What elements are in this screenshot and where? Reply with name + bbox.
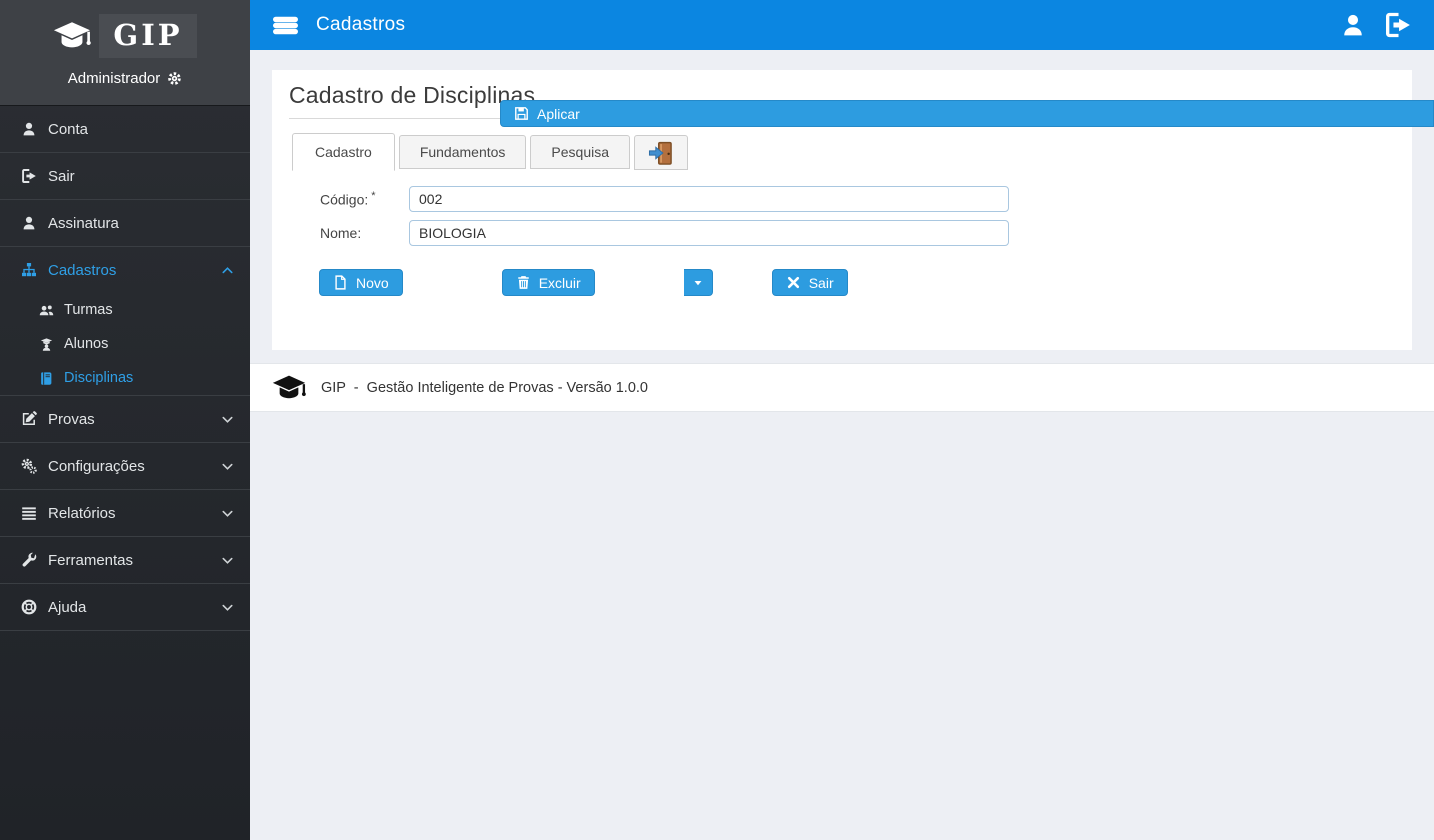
gears-icon	[20, 458, 37, 474]
sidebar-item-configuracoes[interactable]: Configurações	[0, 442, 250, 489]
tab-pesquisa[interactable]: Pesquisa	[530, 135, 631, 169]
save-icon	[514, 106, 529, 121]
life-ring-icon	[20, 599, 37, 615]
field-label-nome: Nome:	[320, 225, 409, 241]
page-breadcrumb-title: Cadastros	[316, 14, 406, 35]
button-label: Excluir	[538, 274, 581, 291]
graduate-icon	[38, 337, 55, 352]
chevron-down-icon	[221, 460, 234, 473]
aplicar-button[interactable]: Aplicar	[500, 100, 1434, 127]
door-exit-icon	[648, 140, 674, 166]
users-icon	[38, 303, 55, 318]
gear-icon	[167, 71, 182, 86]
sidebar-item-relatorios[interactable]: Relatórios	[0, 489, 250, 536]
user-role-row[interactable]: Administrador	[0, 70, 250, 87]
sidebar-header: GIP Administrador	[0, 0, 250, 105]
tab-label: Cadastro	[315, 144, 372, 160]
sidebar-item-label: Alunos	[64, 336, 109, 352]
footer: GIP - Gestão Inteligente de Provas - Ver…	[250, 363, 1434, 412]
footer-text: GIP - Gestão Inteligente de Provas - Ver…	[321, 379, 648, 396]
user-icon	[20, 121, 37, 137]
edit-icon	[20, 411, 37, 427]
required-asterisk: *	[371, 190, 376, 203]
tab-label: Pesquisa	[551, 144, 610, 160]
sign-out-icon	[20, 168, 37, 184]
tab-exit[interactable]	[634, 135, 689, 170]
topbar: Cadastros	[250, 0, 1434, 50]
excluir-button[interactable]: Excluir	[501, 269, 595, 296]
sidebar-item-label: Disciplinas	[64, 370, 134, 386]
topbar-actions	[1340, 11, 1412, 39]
sidebar-item-ajuda[interactable]: Ajuda	[0, 583, 250, 630]
action-buttons-row: Novo Excluir Aplicar Sair	[289, 100, 1434, 296]
sign-out-icon[interactable]	[1384, 11, 1412, 39]
aplicar-split-button: Aplicar	[500, 100, 1434, 296]
tab-bar: Cadastro Fundamentos Pesquisa	[289, 133, 1395, 171]
form-row-codigo: Código: *	[320, 186, 1395, 212]
user-role-label: Administrador	[67, 70, 161, 87]
content-panel: Cadastro de Disciplinas Cadastro Fundamen…	[272, 70, 1434, 350]
form-row-nome: Nome:	[320, 220, 1395, 246]
chevron-down-icon	[221, 601, 234, 614]
sidebar-item-label: Provas	[48, 410, 95, 428]
trash-icon	[516, 275, 531, 290]
user-icon[interactable]	[1340, 12, 1366, 38]
chevron-up-icon	[221, 264, 234, 277]
chevron-down-icon	[221, 507, 234, 520]
book-icon	[38, 371, 55, 386]
button-label: Aplicar	[537, 105, 580, 122]
sidebar-item-label: Ferramentas	[48, 551, 134, 569]
tab-label: Fundamentos	[419, 144, 506, 160]
file-icon	[333, 275, 348, 290]
logo-text: GIP	[113, 18, 183, 52]
sidebar-item-label: Configurações	[48, 457, 145, 475]
field-label-codigo: Código: *	[320, 190, 409, 208]
sidebar-item-label: Assinatura	[48, 214, 119, 232]
sidebar-item-disciplinas[interactable]: Disciplinas	[0, 361, 250, 395]
sitemap-icon	[20, 262, 37, 278]
sidebar-item-alunos[interactable]: Alunos	[0, 327, 250, 361]
graduation-cap-icon	[53, 17, 92, 55]
sidebar-item-assinatura[interactable]: Assinatura	[0, 199, 250, 246]
menu-divider	[0, 630, 250, 631]
sidebar-item-label: Relatórios	[48, 504, 116, 522]
user-icon	[20, 215, 37, 231]
sair-button[interactable]: Sair	[771, 269, 848, 296]
x-icon	[786, 275, 801, 290]
sidebar-item-provas[interactable]: Provas	[0, 395, 250, 442]
hamburger-icon[interactable]	[272, 12, 299, 39]
sidebar-item-label: Turmas	[64, 302, 113, 318]
sidebar-item-conta[interactable]: Conta	[0, 105, 250, 152]
field-label-text: Nome:	[320, 225, 362, 241]
sidebar-menu: Conta Sair Assinatura Cadastros Turmas Alunos…	[0, 105, 250, 630]
caret-down-icon	[692, 277, 704, 289]
app-logo: GIP	[0, 10, 250, 62]
novo-button[interactable]: Novo	[319, 269, 403, 296]
sidebar-item-label: Conta	[48, 120, 89, 138]
sidebar-item-label: Sair	[48, 167, 75, 185]
sidebar-item-ferramentas[interactable]: Ferramentas	[0, 536, 250, 583]
tab-cadastro[interactable]: Cadastro	[292, 133, 395, 171]
sidebar-item-sair[interactable]: Sair	[0, 152, 250, 199]
wrench-icon	[20, 552, 37, 568]
graduation-cap-icon	[272, 371, 306, 405]
aplicar-dropdown-toggle[interactable]	[683, 269, 713, 296]
sidebar-item-cadastros[interactable]: Cadastros	[0, 246, 250, 293]
chevron-down-icon	[221, 413, 234, 426]
form-area: Código:* Nome:	[289, 186, 1395, 246]
tab-fundamentos[interactable]: Fundamentos	[398, 135, 527, 169]
nome-field[interactable]	[409, 220, 1009, 246]
codigo-field[interactable]	[409, 186, 1009, 212]
sidebar-item-label: Ajuda	[48, 598, 87, 616]
sidebar: GIP Administrador Conta Sair Assinatura Cad…	[0, 0, 250, 840]
main-content: Cadastro de Disciplinas Cadastro Fundamen…	[250, 50, 1434, 840]
button-label: Sair	[808, 274, 834, 291]
chevron-down-icon	[221, 554, 234, 567]
button-label: Novo	[356, 274, 389, 291]
bars-icon	[20, 505, 37, 521]
field-label-text: Código:	[320, 191, 369, 208]
sidebar-item-label: Cadastros	[48, 261, 117, 279]
sidebar-item-turmas[interactable]: Turmas	[0, 293, 250, 327]
